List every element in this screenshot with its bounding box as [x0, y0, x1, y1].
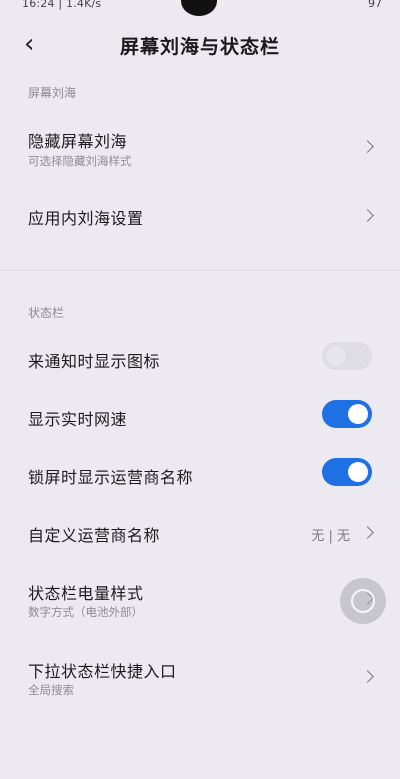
realtime-speed-toggle[interactable]: [322, 400, 372, 428]
show-icons-toggle[interactable]: [322, 342, 372, 370]
row-custom-carrier-value: 无 | 无: [311, 529, 350, 544]
touch-indicator: [340, 578, 386, 624]
page-title: 屏幕刘海与状态栏: [119, 36, 280, 58]
chevron-right-icon: [361, 140, 374, 153]
row-show-icons-title: 来通知时显示图标: [28, 352, 161, 371]
chevron-right-icon: [361, 670, 374, 683]
row-battery-style-title: 状态栏电量样式: [28, 584, 144, 603]
status-battery: 97: [368, 0, 382, 10]
row-pulldown-shortcut-title: 下拉状态栏快捷入口: [28, 662, 177, 681]
section-label-notch: 屏幕刘海: [28, 86, 77, 100]
row-in-app-notch-title: 应用内刘海设置: [28, 209, 144, 228]
status-time: 16:24: [22, 0, 55, 10]
chevron-right-icon: [361, 209, 374, 222]
row-show-icons-on-notification: 来通知时显示图标: [0, 336, 400, 380]
status-bar: 16:24 | 1.4K/s 97: [0, 0, 400, 16]
row-custom-carrier[interactable]: 自定义运营商名称 无 | 无: [0, 510, 400, 554]
camera-notch: [181, 0, 217, 16]
row-hide-notch-title: 隐藏屏幕刘海: [28, 132, 128, 151]
row-carrier-on-lockscreen: 锁屏时显示运营商名称: [0, 452, 400, 496]
row-carrier-lockscreen-title: 锁屏时显示运营商名称: [28, 468, 194, 487]
status-time-speed: 16:24 | 1.4K/s: [22, 0, 101, 10]
header: ‹ 屏幕刘海与状态栏: [0, 24, 400, 64]
row-custom-carrier-title: 自定义运营商名称: [28, 526, 161, 545]
carrier-lockscreen-toggle[interactable]: [322, 458, 372, 486]
chevron-right-icon: [361, 526, 374, 539]
row-realtime-speed-title: 显示实时网速: [28, 410, 128, 429]
section-label-statusbar: 状态栏: [28, 306, 65, 320]
section-divider: [0, 270, 400, 271]
row-pulldown-shortcut-subtitle: 全局搜索: [28, 683, 74, 697]
status-network-speed: 1.4K/s: [66, 0, 102, 10]
row-hide-notch-subtitle: 可选择隐藏刘海样式: [28, 154, 132, 168]
row-realtime-speed: 显示实时网速: [0, 394, 400, 438]
row-hide-notch[interactable]: 隐藏屏幕刘海 可选择隐藏刘海样式: [0, 118, 400, 178]
row-pulldown-shortcut[interactable]: 下拉状态栏快捷入口 全局搜索: [0, 648, 400, 704]
row-battery-style-subtitle: 数字方式（电池外部）: [28, 605, 143, 619]
row-in-app-notch[interactable]: 应用内刘海设置: [0, 195, 400, 239]
